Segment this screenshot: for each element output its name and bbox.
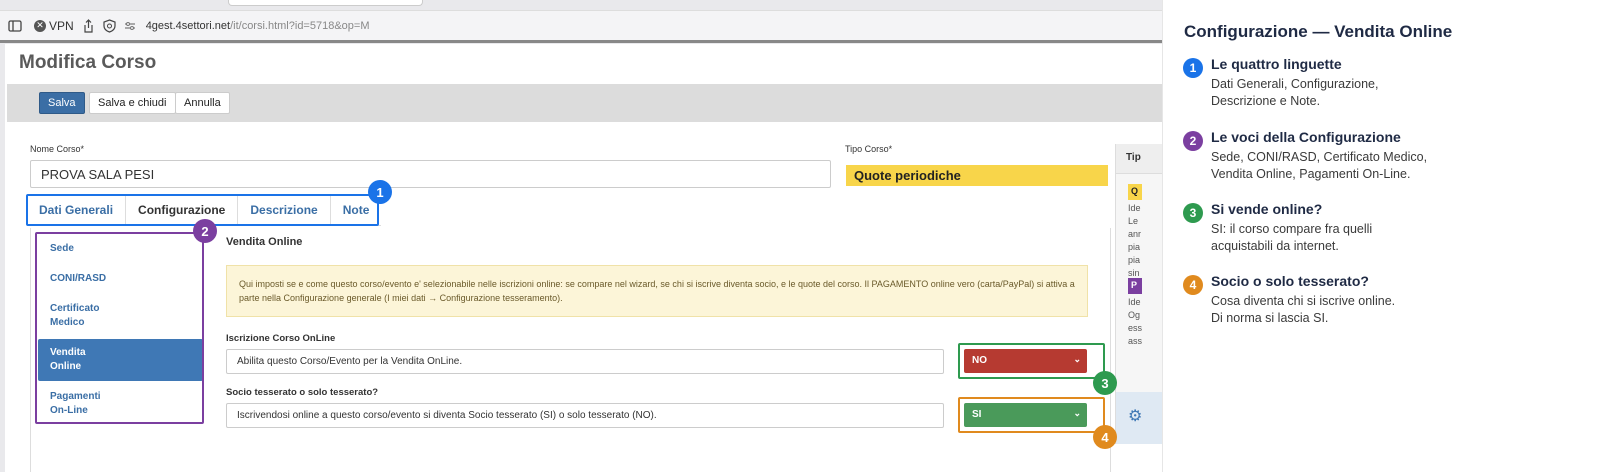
tips-panel: Tip Q Ide Le anr pia pia sin P Ide Og ess ass ⚙: [1115, 144, 1162, 444]
socio-tesserato-description: Iscrivendosi online a questo corso/event…: [226, 403, 944, 428]
sidebar-toggle-icon[interactable]: [8, 16, 22, 36]
tip-text-p: Ide Og ess ass: [1128, 297, 1143, 346]
explanation-heading: Socio o solo tesserato?: [1211, 273, 1369, 289]
explanation-title: Configurazione — Vendita Online: [1184, 22, 1453, 41]
number-badge-1: 1: [1183, 58, 1203, 78]
annotation-badge-3: 3: [1093, 371, 1117, 395]
explanation-heading: Le quattro linguette: [1211, 56, 1342, 72]
save-and-close-button[interactable]: Salva e chiudi: [89, 92, 176, 114]
tip-text-quote: Ide Le anr pia pia sin: [1128, 203, 1142, 278]
address-bar: ✕ VPN 4gest.4settori.net/it/corsi.html?i…: [0, 10, 1162, 40]
explanation-body: Dati Generali, Configurazione, Descrizion…: [1211, 77, 1379, 108]
annotation-badge-1: 1: [368, 180, 392, 204]
url-host: 4gest.4settori.net: [145, 19, 231, 32]
site-settings-icon[interactable]: [124, 16, 136, 36]
cancel-button[interactable]: Annulla: [175, 92, 230, 114]
gear-icon: ⚙: [1128, 408, 1143, 425]
tipo-corso-select[interactable]: Quote periodiche: [846, 165, 1108, 186]
tab-strip: [228, 0, 423, 6]
explanation-body: Cosa diventa chi si iscrive online. Di no…: [1211, 294, 1396, 325]
tip-badge-p: P: [1128, 278, 1142, 294]
action-toolbar: Salva Salva e chiudi Annulla: [7, 84, 1162, 122]
iscrizione-online-description: Abilita questo Corso/Evento per la Vendi…: [226, 349, 944, 374]
vpn-label: VPN: [49, 18, 74, 33]
save-button[interactable]: Salva: [39, 92, 85, 114]
number-badge-4: 4: [1183, 275, 1203, 295]
page-title: Modifica Corso: [19, 52, 157, 73]
explanation-body: Sede, CONI/RASD, Certificato Medico, Vend…: [1211, 150, 1428, 181]
share-icon[interactable]: [82, 16, 95, 36]
socio-tesserato-label: Socio tesserato o solo tesserato?: [226, 387, 379, 398]
close-icon: ✕: [34, 19, 46, 32]
page-divider: [0, 40, 1162, 43]
number-badge-2: 2: [1183, 131, 1203, 151]
annotation-box-socio: [958, 397, 1105, 433]
number-badge-3: 3: [1183, 203, 1203, 223]
browser-window: ✕ VPN 4gest.4settori.net/it/corsi.html?i…: [0, 0, 1162, 472]
annotation-box-vendita: [958, 343, 1105, 379]
url-path: /it/corsi.html?id=5718&op=M: [230, 19, 370, 32]
explanation-heading: Le voci della Configurazione: [1211, 129, 1401, 145]
annotation-badge-4: 4: [1093, 425, 1117, 449]
settings-box[interactable]: ⚙: [1116, 392, 1162, 444]
explanation-body: SI: il corso compare fra quelli acquistab…: [1211, 222, 1373, 253]
shield-icon[interactable]: [103, 16, 116, 36]
explanation-heading: Si vende online?: [1211, 201, 1323, 217]
url-field[interactable]: 4gest.4settori.net/it/corsi.html?id=5718…: [146, 20, 370, 32]
explanation-panel: Configurazione — Vendita Online 1 Le qua…: [1162, 0, 1600, 472]
annotation-box-sidenav: [35, 232, 204, 424]
nome-corso-input[interactable]: PROVA SALA PESI: [30, 160, 831, 188]
vpn-button[interactable]: ✕ VPN: [34, 19, 74, 33]
tipo-corso-label: Tipo Corso*: [845, 144, 893, 154]
tips-header: Tip: [1116, 144, 1162, 174]
nome-corso-label: Nome Corso*: [30, 144, 85, 154]
annotation-badge-2: 2: [193, 219, 217, 243]
tip-badge-quote: Q: [1128, 184, 1142, 200]
section-title: Vendita Online: [226, 236, 303, 248]
iscrizione-online-label: Iscrizione Corso OnLine: [226, 333, 336, 344]
info-notice: Qui imposti se e come questo corso/event…: [226, 265, 1088, 317]
